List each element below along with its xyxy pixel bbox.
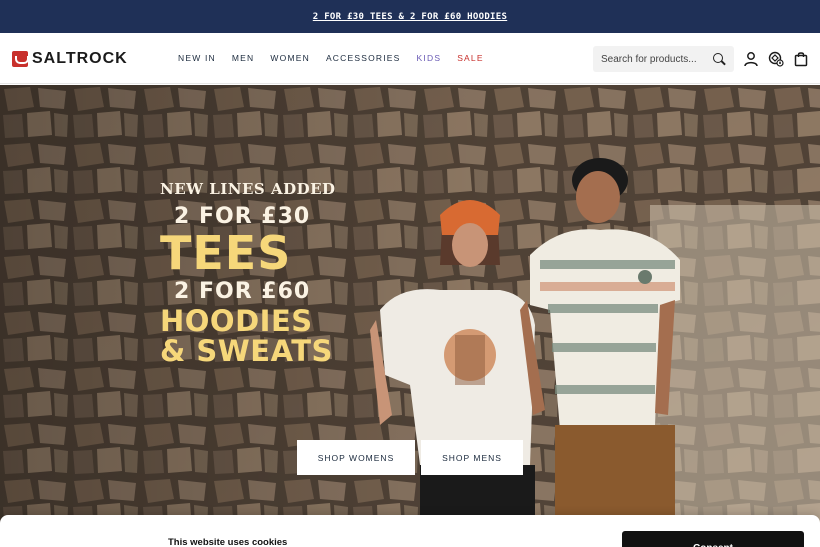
headline-tees: TEES [160, 226, 292, 280]
shop-womens-button[interactable]: SHOP WOMENS [297, 440, 415, 475]
main-nav: NEW IN MEN WOMEN ACCESSORIES KIDS SALE [170, 53, 492, 63]
hero-headline: NEW LINES ADDED 2 FOR £30 TEES 2 FOR £60… [160, 180, 340, 366]
logo-text: SALTROCK [32, 50, 128, 67]
shop-mens-button[interactable]: SHOP MENS [421, 440, 523, 475]
hero-banner: NEW LINES ADDED 2 FOR £30 TEES 2 FOR £60… [0, 85, 820, 547]
nav-item-sale[interactable]: SALE [449, 53, 492, 63]
cookie-consent-button[interactable]: Consent [622, 531, 804, 547]
search-box [593, 46, 734, 72]
search-icon[interactable] [712, 52, 726, 66]
promo-bar: 2 FOR £30 TEES & 2 FOR £60 HOODIES [0, 0, 820, 33]
bag-icon[interactable] [793, 51, 809, 67]
saltrock-logo-icon [12, 51, 29, 67]
store-locator-icon[interactable] [768, 51, 784, 67]
headline-hoodies: HOODIES [160, 304, 313, 338]
search-input[interactable] [601, 53, 711, 65]
promo-link[interactable]: 2 FOR £30 TEES & 2 FOR £60 HOODIES [313, 12, 507, 22]
nav-item-accessories[interactable]: ACCESSORIES [318, 53, 409, 63]
header-icons [743, 51, 809, 67]
cookie-banner: This website uses cookies Consent [0, 515, 820, 547]
nav-item-women[interactable]: WOMEN [262, 53, 318, 63]
hero-image [0, 85, 820, 547]
headline-hoodies-offer: 2 FOR £60 [174, 279, 311, 304]
account-icon[interactable] [743, 51, 759, 67]
headline-sweats: & SWEATS [160, 334, 333, 368]
headline-new-lines: NEW LINES ADDED [160, 180, 336, 198]
cookie-title: This website uses cookies [168, 537, 288, 547]
nav-item-new-in[interactable]: NEW IN [170, 53, 224, 63]
logo[interactable]: SALTROCK [12, 50, 128, 68]
nav-item-kids[interactable]: KIDS [409, 53, 450, 63]
site-header: SALTROCK NEW IN MEN WOMEN ACCESSORIES KI… [0, 33, 820, 84]
nav-item-men[interactable]: MEN [224, 53, 263, 63]
